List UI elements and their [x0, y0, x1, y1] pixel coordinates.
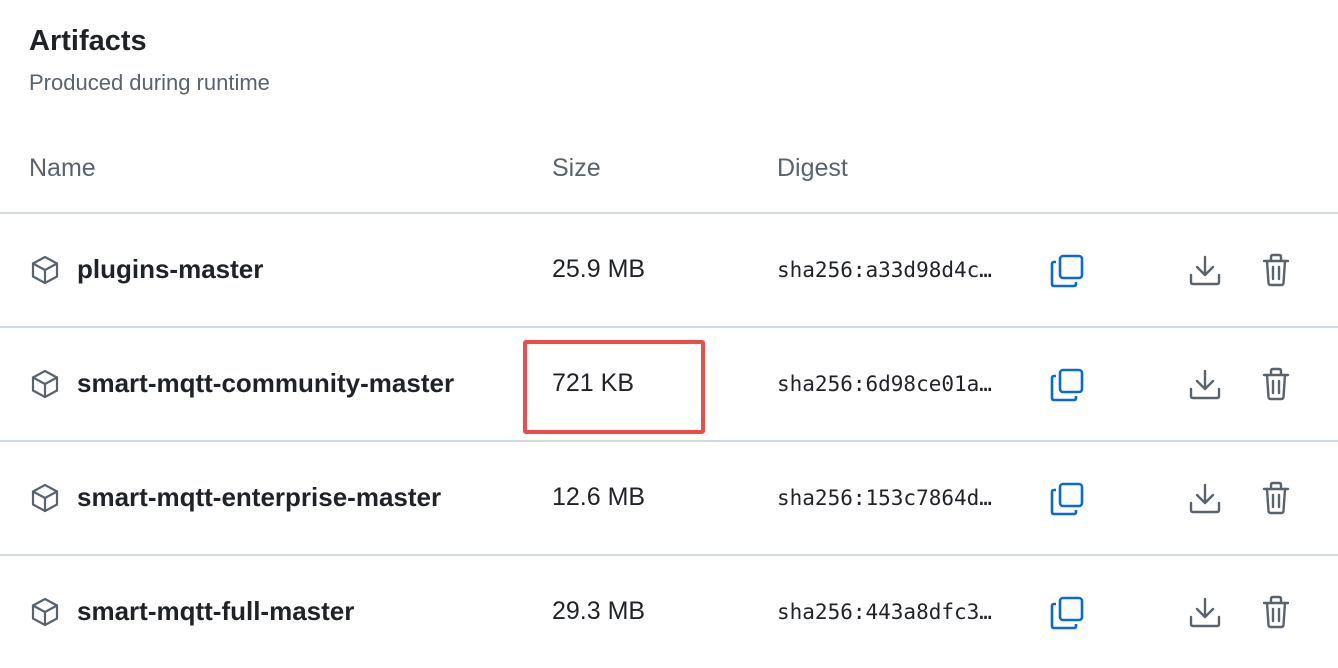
column-header-name: Name: [29, 154, 96, 182]
artifact-size: 29.3 MB: [552, 597, 646, 625]
download-icon: [1189, 255, 1221, 286]
trash-icon: [1262, 481, 1290, 515]
artifact-digest: sha256:a33d98d4c…: [777, 258, 992, 282]
copy-icon: [1050, 482, 1084, 516]
artifacts-title: Artifacts: [29, 25, 147, 57]
artifacts-subtitle: Produced during runtime: [29, 70, 270, 95]
package-icon: [29, 482, 61, 514]
table-row: plugins-master 25.9 MB sha256:a33d98d4c…: [0, 214, 1338, 328]
trash-icon: [1262, 595, 1290, 629]
table-row: smart-mqtt-enterprise-master 12.6 MB sha…: [0, 442, 1338, 556]
package-icon: [29, 368, 61, 400]
copy-digest-button[interactable]: [1046, 590, 1090, 634]
copy-icon: [1050, 596, 1084, 630]
package-icon: [29, 254, 61, 286]
artifact-digest: sha256:153c7864d…: [777, 486, 992, 510]
delete-button[interactable]: [1256, 476, 1296, 520]
copy-digest-button[interactable]: [1046, 362, 1090, 406]
download-icon: [1189, 369, 1221, 400]
delete-button[interactable]: [1256, 248, 1296, 292]
copy-icon: [1050, 254, 1084, 288]
artifact-name-link[interactable]: smart-mqtt-enterprise-master: [77, 480, 441, 514]
artifact-digest: sha256:6d98ce01a…: [777, 372, 992, 396]
trash-icon: [1262, 253, 1290, 287]
artifact-size: 25.9 MB: [552, 255, 646, 283]
download-icon: [1189, 483, 1221, 514]
download-button[interactable]: [1184, 590, 1226, 634]
download-icon: [1189, 597, 1221, 628]
column-header-size: Size: [552, 154, 601, 182]
artifact-size: 12.6 MB: [552, 483, 646, 511]
table-row: smart-mqtt-community-master 721 KB sha25…: [0, 328, 1338, 442]
trash-icon: [1262, 367, 1290, 401]
artifact-digest: sha256:443a8dfc3…: [777, 600, 992, 624]
copy-icon: [1050, 368, 1084, 402]
artifact-size: 721 KB: [552, 369, 635, 397]
artifact-name-link[interactable]: plugins-master: [77, 252, 263, 286]
table-header: Name Size Digest: [0, 126, 1338, 214]
delete-button[interactable]: [1256, 362, 1296, 406]
download-button[interactable]: [1184, 476, 1226, 520]
column-header-digest: Digest: [777, 154, 848, 182]
package-icon: [29, 596, 61, 628]
artifact-name-link[interactable]: smart-mqtt-community-master: [77, 366, 454, 400]
artifact-name-link[interactable]: smart-mqtt-full-master: [77, 594, 354, 628]
download-button[interactable]: [1184, 248, 1226, 292]
download-button[interactable]: [1184, 362, 1226, 406]
delete-button[interactable]: [1256, 590, 1296, 634]
copy-digest-button[interactable]: [1046, 476, 1090, 520]
table-row: smart-mqtt-full-master 29.3 MB sha256:44…: [0, 556, 1338, 668]
copy-digest-button[interactable]: [1046, 248, 1090, 292]
